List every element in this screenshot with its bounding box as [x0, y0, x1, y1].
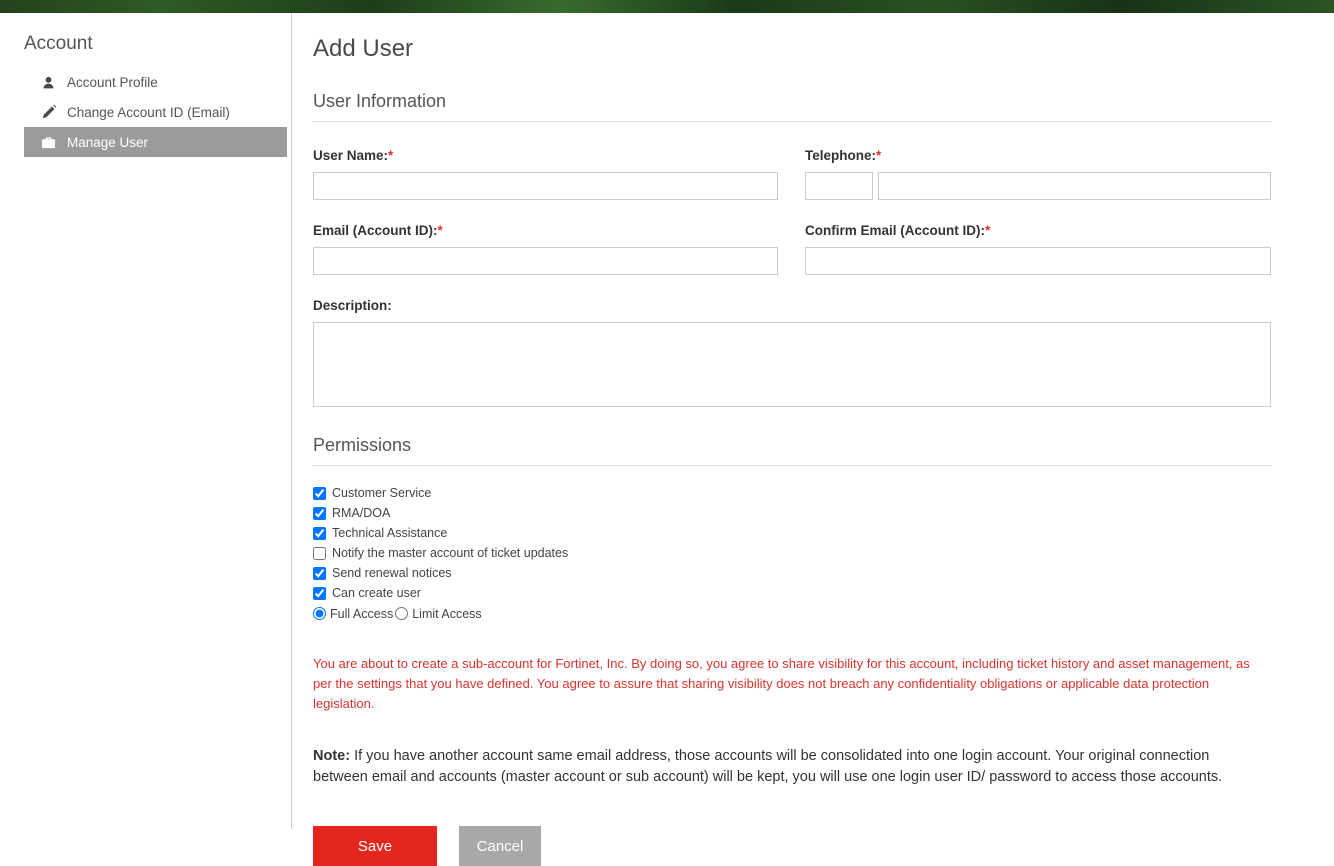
limit-access-label: Limit Access [412, 607, 481, 621]
email-label-text: Email (Account ID): [313, 223, 438, 238]
permission-row-customer-service: Customer Service [313, 483, 1272, 503]
user-name-field-group: User Name:* [313, 148, 778, 200]
form-actions: Save Cancel [313, 826, 1272, 866]
notify-master-account-checkbox[interactable] [313, 547, 326, 560]
required-asterisk: * [985, 223, 990, 238]
sidebar-item-label: Account Profile [67, 75, 158, 90]
user-name-input[interactable] [313, 172, 778, 200]
required-asterisk: * [438, 223, 443, 238]
access-level-radio-group: Full Access Limit Access [313, 603, 1272, 624]
section-user-information: User Information [313, 91, 1272, 122]
pencil-icon [41, 105, 56, 120]
description-field-group: Description: [313, 298, 1271, 412]
permission-row-rma-doa: RMA/DOA [313, 503, 1272, 523]
sidebar: Account Account Profile Change Account I… [0, 13, 292, 829]
sidebar-item-label: Manage User [67, 135, 148, 150]
description-textarea[interactable] [313, 322, 1271, 407]
user-icon [41, 75, 56, 90]
customer-service-checkbox[interactable] [313, 487, 326, 500]
permission-label: Send renewal notices [332, 566, 452, 580]
permission-label: Customer Service [332, 486, 431, 500]
user-info-form: User Name:* Telephone:* [313, 148, 1272, 435]
sidebar-item-label: Change Account ID (Email) [67, 105, 230, 120]
permission-row-technical-assistance: Technical Assistance [313, 523, 1272, 543]
full-access-radio[interactable] [313, 607, 326, 620]
permission-label: Can create user [332, 586, 421, 600]
sub-account-warning-text: You are about to create a sub-account fo… [313, 654, 1265, 714]
user-name-label-text: User Name: [313, 148, 388, 163]
briefcase-icon [41, 135, 56, 150]
telephone-label-text: Telephone: [805, 148, 876, 163]
limit-access-radio[interactable] [395, 607, 408, 620]
note-body: If you have another account same email a… [313, 748, 1222, 785]
rma-doa-checkbox[interactable] [313, 507, 326, 520]
permission-row-can-create-user: Can create user [313, 583, 1272, 603]
technical-assistance-checkbox[interactable] [313, 527, 326, 540]
confirm-email-input[interactable] [805, 247, 1271, 275]
telephone-field-group: Telephone:* [805, 148, 1271, 200]
required-asterisk: * [876, 148, 881, 163]
consolidation-note: Note: If you have another account same e… [313, 746, 1245, 788]
permission-label: Technical Assistance [332, 526, 447, 540]
telephone-label: Telephone:* [805, 148, 1271, 163]
email-field-group: Email (Account ID):* [313, 223, 778, 275]
description-label: Description: [313, 298, 1271, 313]
user-name-label: User Name:* [313, 148, 778, 163]
telephone-country-code-input[interactable] [805, 172, 873, 200]
permissions-list: Customer Service RMA/DOA Technical Assis… [313, 483, 1272, 624]
full-access-label: Full Access [330, 607, 393, 621]
page-layout: Account Account Profile Change Account I… [0, 13, 1334, 829]
top-banner-image [0, 0, 1334, 13]
permission-row-notify-master-account: Notify the master account of ticket upda… [313, 543, 1272, 563]
permission-row-send-renewal-notices: Send renewal notices [313, 563, 1272, 583]
confirm-email-label-text: Confirm Email (Account ID): [805, 223, 985, 238]
section-permissions: Permissions [313, 435, 1272, 466]
can-create-user-checkbox[interactable] [313, 587, 326, 600]
main-content: Add User User Information User Name:* Te… [292, 13, 1334, 829]
sidebar-item-account-profile[interactable]: Account Profile [24, 67, 287, 97]
sidebar-item-manage-user[interactable]: Manage User [24, 127, 287, 157]
page-title: Add User [313, 35, 1272, 63]
permission-label: RMA/DOA [332, 506, 390, 520]
confirm-email-label: Confirm Email (Account ID):* [805, 223, 1271, 238]
description-label-text: Description: [313, 298, 392, 313]
confirm-email-field-group: Confirm Email (Account ID):* [805, 223, 1271, 275]
required-asterisk: * [388, 148, 393, 163]
send-renewal-notices-checkbox[interactable] [313, 567, 326, 580]
sidebar-item-change-account-id[interactable]: Change Account ID (Email) [24, 97, 287, 127]
email-input[interactable] [313, 247, 778, 275]
permission-label: Notify the master account of ticket upda… [332, 546, 568, 560]
note-label: Note: [313, 748, 350, 764]
telephone-number-input[interactable] [878, 172, 1271, 200]
email-label: Email (Account ID):* [313, 223, 778, 238]
save-button[interactable]: Save [313, 826, 437, 866]
cancel-button[interactable]: Cancel [459, 826, 541, 866]
sidebar-title: Account [0, 33, 291, 55]
